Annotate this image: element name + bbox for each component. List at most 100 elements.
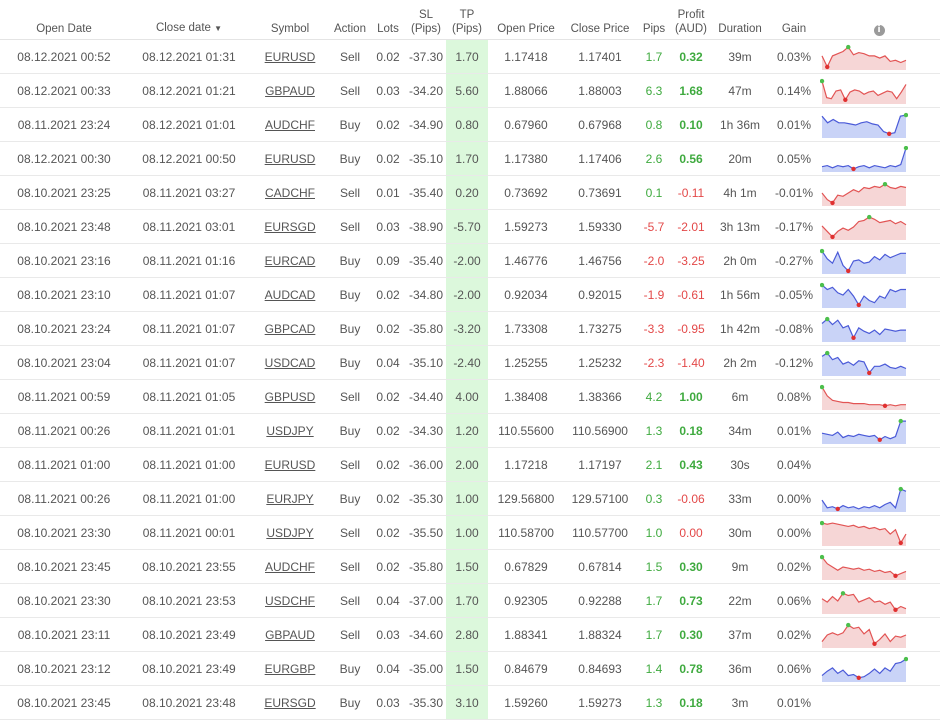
table-row[interactable]: 08.10.2021 23:45 08.10.2021 23:48 EURSGD Bu… bbox=[0, 685, 940, 720]
action-cell: Sell bbox=[330, 549, 370, 584]
table-row[interactable]: 08.10.2021 23:10 08.11.2021 01:07 AUDCAD Bu… bbox=[0, 277, 940, 312]
col-profit[interactable]: Profit (AUD) bbox=[672, 0, 710, 40]
symbol-link[interactable]: EURUSD bbox=[265, 50, 316, 64]
sparkline-area bbox=[822, 488, 906, 512]
table-row[interactable]: 08.10.2021 23:12 08.10.2021 23:49 EURGBP Bu… bbox=[0, 651, 940, 686]
table-row[interactable]: 08.10.2021 23:04 08.11.2021 01:07 USDCAD Bu… bbox=[0, 345, 940, 380]
symbol-cell: GBPAUD bbox=[250, 73, 330, 108]
sparkline-low-marker bbox=[851, 335, 856, 340]
col-close-price[interactable]: Close Price bbox=[564, 0, 636, 40]
col-close-date[interactable]: Close date ▼ bbox=[128, 0, 250, 40]
trade-history-table: Open Date Close date ▼ Symbol Action Lot… bbox=[0, 0, 940, 720]
lots-cell: 0.02 bbox=[370, 447, 406, 482]
col-lots[interactable]: Lots bbox=[370, 0, 406, 40]
symbol-link[interactable]: USDJPY bbox=[266, 526, 313, 540]
symbol-link[interactable]: AUDCAD bbox=[265, 288, 316, 302]
close-price-cell: 0.92015 bbox=[564, 277, 636, 312]
sparkline-high-marker bbox=[867, 214, 872, 219]
sparkline-high-marker bbox=[898, 418, 903, 423]
close-price-cell: 1.88003 bbox=[564, 73, 636, 108]
col-pips[interactable]: Pips bbox=[636, 0, 672, 40]
col-action[interactable]: Action bbox=[330, 0, 370, 40]
pips-cell: 1.5 bbox=[636, 549, 672, 584]
table-row[interactable]: 08.10.2021 23:45 08.10.2021 23:55 AUDCHF Se… bbox=[0, 549, 940, 584]
table-row[interactable]: 08.11.2021 23:24 08.12.2021 01:01 AUDCHF Bu… bbox=[0, 107, 940, 142]
duration-cell: 34m bbox=[710, 413, 770, 448]
symbol-link[interactable]: CADCHF bbox=[265, 186, 315, 200]
action-cell: Sell bbox=[330, 175, 370, 210]
open-date-cell: 08.12.2021 00:33 bbox=[0, 73, 128, 108]
duration-cell: 39m bbox=[710, 39, 770, 74]
col-gain[interactable]: Gain bbox=[770, 0, 818, 40]
symbol-link[interactable]: GBPCAD bbox=[265, 322, 316, 336]
sparkline-cell bbox=[818, 141, 940, 176]
tp-cell: -5.70 bbox=[446, 209, 488, 244]
sparkline-cell bbox=[818, 685, 940, 720]
symbol-link[interactable]: GBPAUD bbox=[265, 628, 315, 642]
action-cell: Sell bbox=[330, 379, 370, 414]
symbol-link[interactable]: GBPUSD bbox=[265, 390, 316, 404]
profit-cell: 0.18 bbox=[672, 413, 710, 448]
close-price-cell: 129.57100 bbox=[564, 481, 636, 516]
symbol-cell: GBPCAD bbox=[250, 311, 330, 346]
action-cell: Buy bbox=[330, 311, 370, 346]
symbol-cell: EURJPY bbox=[250, 481, 330, 516]
table-row[interactable]: 08.10.2021 23:25 08.11.2021 03:27 CADCHF Se… bbox=[0, 175, 940, 210]
action-cell: Sell bbox=[330, 515, 370, 550]
symbol-link[interactable]: USDCAD bbox=[265, 356, 316, 370]
table-row[interactable]: 08.12.2021 00:30 08.12.2021 00:50 EURUSD Bu… bbox=[0, 141, 940, 176]
lots-cell: 0.02 bbox=[370, 413, 406, 448]
symbol-link[interactable]: AUDCHF bbox=[265, 560, 315, 574]
sl-cell: -35.30 bbox=[406, 481, 446, 516]
symbol-link[interactable]: EURCAD bbox=[265, 254, 316, 268]
table-row[interactable]: 08.12.2021 00:33 08.12.2021 01:21 GBPAUD Se… bbox=[0, 73, 940, 108]
symbol-cell: GBPAUD bbox=[250, 617, 330, 652]
col-open-price[interactable]: Open Price bbox=[488, 0, 564, 40]
table-row[interactable]: 08.11.2021 00:26 08.11.2021 01:00 EURJPY Bu… bbox=[0, 481, 940, 516]
symbol-link[interactable]: USDJPY bbox=[266, 424, 313, 438]
symbol-link[interactable]: EURJPY bbox=[266, 492, 313, 506]
col-open-date[interactable]: Open Date bbox=[0, 0, 128, 40]
symbol-link[interactable]: EURUSD bbox=[265, 458, 316, 472]
symbol-link[interactable]: AUDCHF bbox=[265, 118, 315, 132]
col-symbol[interactable]: Symbol bbox=[250, 0, 330, 40]
table-row[interactable]: 08.12.2021 00:52 08.12.2021 01:31 EURUSD Se… bbox=[0, 39, 940, 74]
sl-unit: (Pips) bbox=[410, 23, 442, 35]
sl-cell: -34.30 bbox=[406, 413, 446, 448]
close-date-cell: 08.11.2021 01:05 bbox=[128, 379, 250, 414]
table-row[interactable]: 08.10.2021 23:30 08.10.2021 23:53 USDCHF Se… bbox=[0, 583, 940, 618]
table-row[interactable]: 08.11.2021 00:26 08.11.2021 01:01 USDJPY Bu… bbox=[0, 413, 940, 448]
pips-cell: 2.6 bbox=[636, 141, 672, 176]
table-row[interactable]: 08.10.2021 23:24 08.11.2021 01:07 GBPCAD Bu… bbox=[0, 311, 940, 346]
symbol-cell: USDCHF bbox=[250, 583, 330, 618]
trade-sparkline bbox=[821, 590, 907, 614]
open-price-cell: 1.88066 bbox=[488, 73, 564, 108]
open-date-cell: 08.10.2021 23:10 bbox=[0, 277, 128, 312]
action-cell: Buy bbox=[330, 243, 370, 278]
symbol-link[interactable]: GBPAUD bbox=[265, 84, 315, 98]
symbol-link[interactable]: EURSGD bbox=[264, 696, 315, 710]
duration-cell: 1h 56m bbox=[710, 277, 770, 312]
table-row[interactable]: 08.11.2021 01:00 08.11.2021 01:00 EURUSD Se… bbox=[0, 447, 940, 482]
close-date-cell: 08.11.2021 01:07 bbox=[128, 345, 250, 380]
col-duration[interactable]: Duration bbox=[710, 0, 770, 40]
table-row[interactable]: 08.10.2021 23:30 08.11.2021 00:01 USDJPY Se… bbox=[0, 515, 940, 550]
symbol-link[interactable]: EURGBP bbox=[265, 662, 316, 676]
symbol-link[interactable]: USDCHF bbox=[265, 594, 315, 608]
sparkline-low-marker bbox=[867, 370, 872, 375]
table-row[interactable]: 08.10.2021 23:16 08.11.2021 01:16 EURCAD Bu… bbox=[0, 243, 940, 278]
table-row[interactable]: 08.10.2021 23:11 08.10.2021 23:49 GBPAUD Se… bbox=[0, 617, 940, 652]
sparkline-line bbox=[821, 487, 907, 510]
info-icon[interactable]: i bbox=[873, 25, 885, 36]
col-sl[interactable]: SL (Pips) bbox=[406, 0, 446, 40]
symbol-link[interactable]: EURUSD bbox=[265, 152, 316, 166]
table-row[interactable]: 08.10.2021 23:48 08.11.2021 03:01 EURSGD Se… bbox=[0, 209, 940, 244]
sparkline-high-marker bbox=[820, 520, 825, 525]
sparkline-cell bbox=[818, 651, 940, 686]
table-row[interactable]: 08.11.2021 00:59 08.11.2021 01:05 GBPUSD Se… bbox=[0, 379, 940, 414]
close-date-label[interactable]: Close date bbox=[156, 22, 211, 34]
pips-cell: 4.2 bbox=[636, 379, 672, 414]
col-tp[interactable]: TP (Pips) bbox=[446, 0, 488, 40]
symbol-link[interactable]: EURSGD bbox=[264, 220, 315, 234]
sl-cell: -37.30 bbox=[406, 39, 446, 74]
